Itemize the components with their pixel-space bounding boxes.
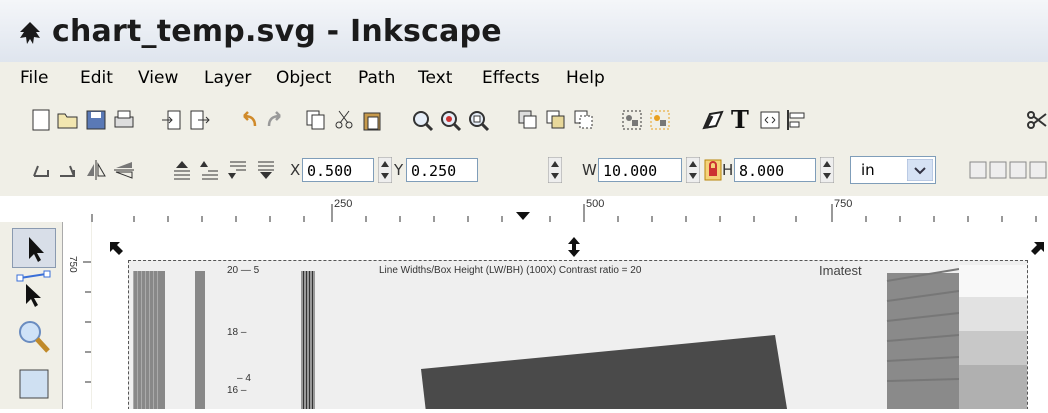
thin-wedge-bar: [195, 271, 205, 409]
svg-text:T: T: [731, 106, 749, 132]
open-folder-icon[interactable]: [56, 108, 80, 130]
title-bar: chart_temp.svg - Inkscape: [0, 0, 1048, 63]
scale-handle-top-right-icon[interactable]: [1028, 240, 1046, 258]
scale-label-18: 18 –: [227, 327, 247, 338]
paste-icon[interactable]: [360, 108, 384, 132]
rectangle-icon: [19, 369, 49, 399]
scale-label-20: 20 — 5: [227, 265, 260, 276]
zoom-tool[interactable]: [12, 316, 56, 356]
menu-effects[interactable]: Effects: [482, 68, 540, 88]
lower-icon[interactable]: [226, 158, 250, 182]
magnifier-icon: [19, 321, 50, 353]
new-document-icon[interactable]: [30, 108, 52, 132]
menu-object[interactable]: Object: [276, 68, 331, 88]
y-spin-arrows-icon[interactable]: [548, 157, 562, 183]
ruler-label-750: 750: [834, 198, 853, 210]
redo-icon[interactable]: [264, 108, 288, 132]
inkscape-logo-icon: [20, 22, 40, 44]
drawing-canvas[interactable]: Line Widths/Box Height (LW/BH) (100X) Co…: [92, 222, 1048, 409]
ungroup-icon[interactable]: [648, 108, 674, 132]
raise-to-top-icon[interactable]: [170, 158, 194, 182]
fill-stroke-icon[interactable]: [700, 108, 726, 132]
h-spin-arrows-icon[interactable]: [820, 157, 834, 183]
unlink-clone-icon[interactable]: [572, 108, 596, 132]
test-chart-graphic: [133, 265, 1027, 409]
horizontal-ruler: 250 500 750: [0, 196, 1048, 223]
h-label: H: [722, 161, 734, 179]
raise-icon[interactable]: [198, 158, 222, 182]
xml-editor-icon[interactable]: [758, 108, 782, 132]
group-icon[interactable]: [620, 108, 646, 132]
scale-handle-top-left-icon[interactable]: [108, 240, 126, 258]
save-icon[interactable]: [84, 108, 108, 132]
grey-step-patches: [959, 265, 1027, 409]
chart-header-text: Line Widths/Box Height (LW/BH) (100X) Co…: [379, 265, 642, 276]
ruler-ticks: [91, 204, 1037, 222]
height-field[interactable]: 8.000: [734, 158, 816, 182]
text-font-icon[interactable]: T: [728, 106, 754, 132]
zoom-drawing-icon[interactable]: [438, 108, 464, 132]
left-line-pattern: [133, 271, 165, 409]
units-value: in: [861, 161, 875, 179]
scale-label-16: 16 –: [227, 385, 247, 396]
selector-controls-toolbar: X 0.500 Y 0.250 W 10.000 H 8.000 in: [0, 144, 1048, 196]
menu-path[interactable]: Path: [358, 68, 395, 88]
transform-options-icon[interactable]: [968, 158, 1048, 182]
lower-to-bottom-icon[interactable]: [254, 158, 278, 182]
node-editor-icon: [16, 270, 51, 307]
duplicate-icon[interactable]: [516, 108, 540, 132]
fine-line-pattern: [301, 271, 315, 409]
export-icon[interactable]: [188, 108, 212, 132]
menu-file[interactable]: File: [20, 68, 48, 88]
units-dropdown[interactable]: in: [850, 156, 936, 184]
right-moire-pattern: [886, 268, 960, 409]
window-title: chart_temp.svg - Inkscape: [52, 14, 502, 49]
selector-tool[interactable]: [12, 228, 56, 268]
menu-help[interactable]: Help: [566, 68, 605, 88]
copy-icon[interactable]: [304, 108, 328, 132]
zoom-selection-icon[interactable]: [410, 108, 436, 132]
cut-icon[interactable]: [332, 108, 356, 132]
rectangle-tool[interactable]: [12, 364, 56, 404]
slanted-edge-block: [421, 335, 788, 409]
chevron-down-icon: [907, 159, 933, 181]
scale-handle-top-middle-icon[interactable]: [566, 236, 582, 258]
menu-view[interactable]: View: [138, 68, 178, 88]
y-coordinate-field[interactable]: 0.250: [406, 158, 478, 182]
lock-proportions-icon[interactable]: [704, 159, 722, 181]
node-tool[interactable]: [12, 270, 56, 310]
menu-bar: File Edit View Layer Object Path Text Ef…: [0, 62, 1048, 94]
arrow-pointer-icon: [29, 237, 44, 262]
align-distribute-icon[interactable]: [784, 108, 808, 132]
flip-vertical-icon[interactable]: [112, 158, 136, 182]
print-icon[interactable]: [112, 108, 136, 132]
zoom-page-icon[interactable]: [466, 108, 492, 132]
scale-label-4: – 4: [237, 373, 251, 384]
ruler-label-500: 500: [586, 198, 605, 210]
clone-icon[interactable]: [544, 108, 568, 132]
menu-edit[interactable]: Edit: [80, 68, 113, 88]
x-coordinate-field[interactable]: 0.500: [302, 158, 374, 182]
ruler-label-250: 250: [334, 198, 353, 210]
rotate-cw-icon[interactable]: [56, 158, 80, 182]
preferences-scissors-icon[interactable]: [1024, 108, 1048, 132]
commands-toolbar: T: [0, 94, 1048, 144]
rotate-ccw-icon[interactable]: [28, 158, 52, 182]
vruler-ticks: [83, 261, 91, 383]
w-spin-arrows-icon[interactable]: [686, 157, 700, 183]
width-field[interactable]: 10.000: [598, 158, 682, 182]
flip-horizontal-icon[interactable]: [84, 158, 108, 182]
y-label: Y: [394, 161, 404, 179]
undo-icon[interactable]: [236, 108, 260, 132]
vertical-ruler: 750: [62, 222, 91, 409]
x-label: X: [290, 161, 301, 179]
w-label: W: [582, 161, 597, 179]
chart-page: Line Widths/Box Height (LW/BH) (100X) Co…: [128, 260, 1028, 409]
imatest-brand-text: Imatest: [819, 263, 862, 278]
x-spin-arrows-icon[interactable]: [378, 157, 392, 183]
menu-text[interactable]: Text: [418, 68, 452, 88]
import-icon[interactable]: [160, 108, 184, 132]
menu-layer[interactable]: Layer: [204, 68, 251, 88]
vruler-label: 750: [67, 256, 78, 273]
